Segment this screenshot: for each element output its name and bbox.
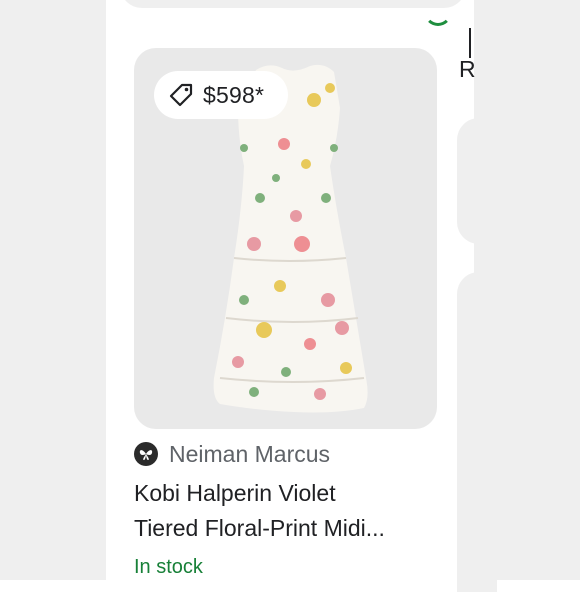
next-result-card[interactable] (457, 272, 497, 592)
product-image-card[interactable]: $598* (134, 48, 437, 429)
next-result-title[interactable]: R (459, 56, 476, 83)
product-title-line: Kobi Halperin Violet (134, 480, 336, 506)
check-circle-icon (424, 0, 452, 26)
previous-result-card[interactable] (120, 0, 466, 26)
divider (469, 28, 471, 58)
next-result-card[interactable] (457, 118, 497, 244)
product-title[interactable]: Kobi Halperin Violet Tiered Floral-Print… (134, 476, 464, 546)
price-badge: $598* (154, 71, 288, 119)
results-column: $598* Neiman Marcus Kobi Halperin Violet… (106, 0, 474, 580)
butterfly-icon (134, 442, 158, 466)
merchant-row[interactable]: Neiman Marcus (134, 438, 330, 470)
merchant-name: Neiman Marcus (169, 440, 331, 467)
tag-icon (169, 83, 193, 107)
page-background-left (0, 0, 106, 580)
stock-status: In stock (134, 556, 203, 578)
product-title-line: Tiered Floral-Print Midi... (134, 515, 385, 541)
price-label: $598* (203, 81, 265, 108)
